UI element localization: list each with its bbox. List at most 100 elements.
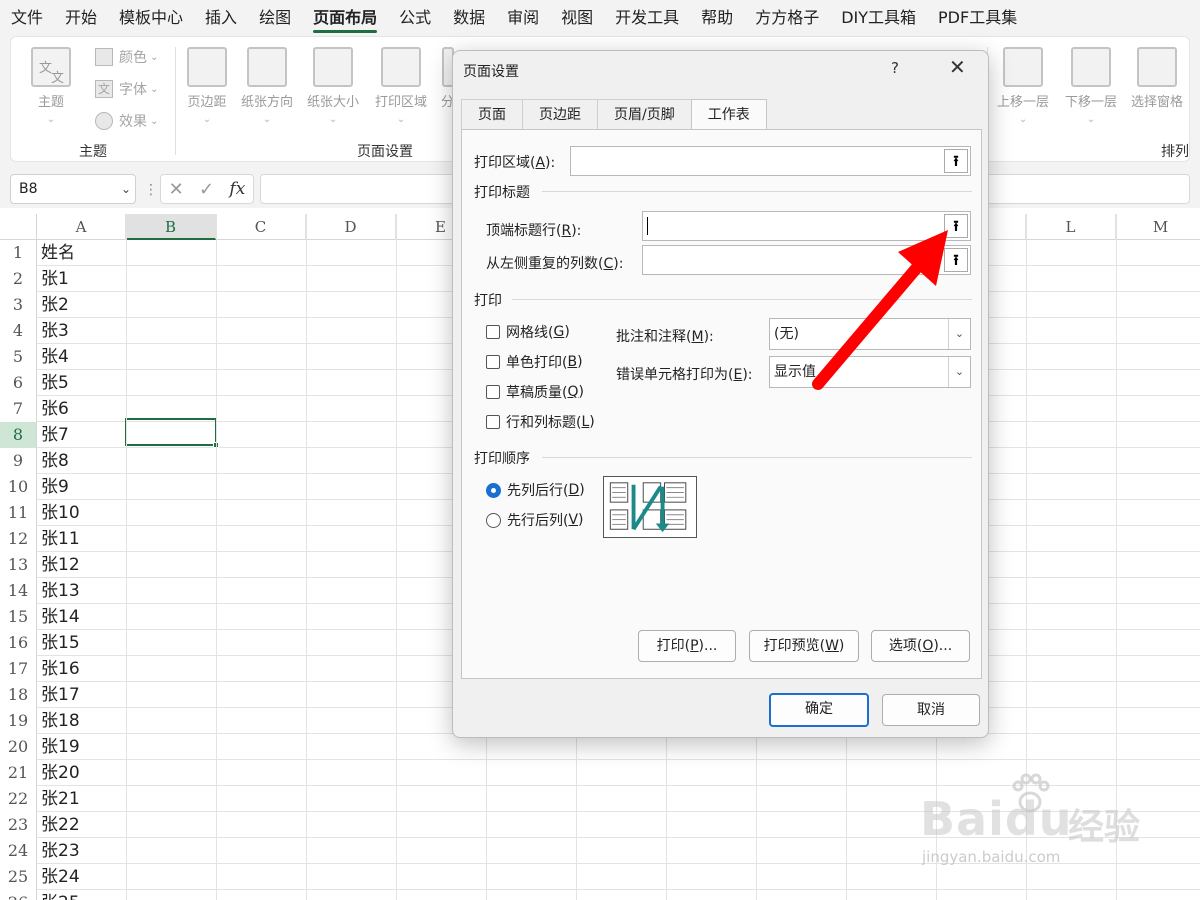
row-header[interactable]: 24 xyxy=(0,838,37,864)
row-header[interactable]: 23 xyxy=(0,812,37,838)
bring-forward-button[interactable]: 上移一层 ⌄ xyxy=(997,47,1049,125)
insert-function-button[interactable]: fx xyxy=(229,179,245,199)
row-header[interactable]: 26 xyxy=(0,890,37,900)
name-box[interactable]: B8 ⌄ xyxy=(10,174,136,204)
cell-a[interactable]: 张1 xyxy=(41,266,69,292)
menu-item[interactable]: 方方格子 xyxy=(744,0,830,36)
column-header[interactable]: B xyxy=(126,214,216,240)
print-preview-button[interactable]: 打印预览(W) xyxy=(749,630,859,662)
row-header[interactable]: 2 xyxy=(0,266,37,292)
chevron-down-icon[interactable]: ⌄ xyxy=(948,357,970,387)
cell-a[interactable]: 张17 xyxy=(41,682,80,708)
cell-a[interactable]: 张19 xyxy=(41,734,80,760)
options-button[interactable]: 选项(O)... xyxy=(871,630,970,662)
row-header[interactable]: 21 xyxy=(0,760,37,786)
cell-a[interactable]: 张18 xyxy=(41,708,80,734)
black-white-checkbox[interactable]: 单色打印(B) xyxy=(486,352,583,372)
enter-icon[interactable]: ✓ xyxy=(199,179,214,200)
cell-a[interactable]: 张25 xyxy=(41,890,80,900)
dialog-tab[interactable]: 页边距 xyxy=(522,99,598,129)
row-header[interactable]: 17 xyxy=(0,656,37,682)
cell-errors-select[interactable]: 显示值 ⌄ xyxy=(769,356,971,388)
column-header[interactable]: M xyxy=(1116,214,1200,240)
margins-button[interactable]: 页边距 ⌄ xyxy=(187,47,227,125)
column-header[interactable]: L xyxy=(1026,214,1116,240)
row-header[interactable]: 7 xyxy=(0,396,37,422)
chevron-down-icon[interactable]: ⌄ xyxy=(948,319,970,349)
cell-a[interactable]: 张10 xyxy=(41,500,80,526)
help-icon[interactable]: ? xyxy=(891,59,899,77)
print-button[interactable]: 打印(P)... xyxy=(638,630,736,662)
menu-item[interactable]: 帮助 xyxy=(690,0,744,36)
cell-a[interactable]: 张12 xyxy=(41,552,80,578)
cell-a[interactable]: 张11 xyxy=(41,526,80,552)
collapse-dialog-icon[interactable]: ⭱ xyxy=(944,149,968,173)
menu-item[interactable]: 页面布局 xyxy=(302,0,388,36)
row-header[interactable]: 3 xyxy=(0,292,37,318)
row-header[interactable]: 9 xyxy=(0,448,37,474)
menu-item[interactable]: PDF工具集 xyxy=(927,0,1028,36)
cell-a[interactable]: 张4 xyxy=(41,344,69,370)
print-area-button[interactable]: 打印区域 ⌄ xyxy=(375,47,427,125)
menu-item[interactable]: 插入 xyxy=(194,0,248,36)
row-header[interactable]: 20 xyxy=(0,734,37,760)
row-header[interactable]: 25 xyxy=(0,864,37,890)
menu-item[interactable]: 文件 xyxy=(0,0,54,36)
menu-item[interactable]: 绘图 xyxy=(248,0,302,36)
drag-handle-icon[interactable]: ⋮ xyxy=(144,182,158,198)
size-button[interactable]: 纸张大小 ⌄ xyxy=(307,47,359,125)
row-column-headings-checkbox[interactable]: 行和列标题(L) xyxy=(486,412,595,432)
row-header[interactable]: 5 xyxy=(0,344,37,370)
dialog-tab[interactable]: 工作表 xyxy=(690,99,767,130)
row-header[interactable]: 6 xyxy=(0,370,37,396)
row-header[interactable]: 18 xyxy=(0,682,37,708)
cell-a[interactable]: 张8 xyxy=(41,448,69,474)
cell-a[interactable]: 张23 xyxy=(41,838,80,864)
gridlines-checkbox[interactable]: 网格线(G) xyxy=(486,322,570,342)
themes-button[interactable]: 文 文 主题 ⌄ xyxy=(31,47,71,125)
over-then-down-radio[interactable]: 先行后列(V) xyxy=(486,510,584,530)
cell-a[interactable]: 张2 xyxy=(41,292,69,318)
draft-quality-checkbox[interactable]: 草稿质量(Q) xyxy=(486,382,584,402)
row-header[interactable]: 15 xyxy=(0,604,37,630)
cell-a[interactable]: 张22 xyxy=(41,812,80,838)
cell-a[interactable]: 张20 xyxy=(41,760,80,786)
menu-item[interactable]: 数据 xyxy=(442,0,496,36)
down-then-over-radio[interactable]: 先列后行(D) xyxy=(486,480,585,500)
fonts-button[interactable]: 文 字体 ⌄ xyxy=(95,79,158,99)
active-cell[interactable] xyxy=(125,418,219,448)
cell-a[interactable]: 张24 xyxy=(41,864,80,890)
chevron-down-icon[interactable]: ⌄ xyxy=(121,175,131,203)
row-header[interactable]: 12 xyxy=(0,526,37,552)
collapse-dialog-icon[interactable]: ⭱ xyxy=(944,214,968,238)
comments-select[interactable]: (无) ⌄ xyxy=(769,318,971,350)
rows-to-repeat-input[interactable]: ⭱ xyxy=(642,211,971,241)
print-area-input[interactable]: ⭱ xyxy=(570,146,971,176)
dialog-tab[interactable]: 页眉/页脚 xyxy=(597,99,692,129)
cell-a[interactable]: 张13 xyxy=(41,578,80,604)
column-header[interactable]: D xyxy=(306,214,396,240)
menu-item[interactable]: 开发工具 xyxy=(604,0,690,36)
row-header[interactable]: 13 xyxy=(0,552,37,578)
cell-a[interactable]: 张7 xyxy=(41,422,69,448)
colors-button[interactable]: 颜色 ⌄ xyxy=(95,47,158,67)
column-header[interactable]: A xyxy=(37,214,126,240)
cell-a[interactable]: 张5 xyxy=(41,370,69,396)
cell-a[interactable]: 张14 xyxy=(41,604,80,630)
cell-a[interactable]: 张6 xyxy=(41,396,69,422)
send-backward-button[interactable]: 下移一层 ⌄ xyxy=(1065,47,1117,125)
columns-to-repeat-input[interactable]: ⭱ xyxy=(642,245,971,275)
effects-button[interactable]: 效果 ⌄ xyxy=(95,111,158,131)
cell-a[interactable]: 张16 xyxy=(41,656,80,682)
row-header[interactable]: 16 xyxy=(0,630,37,656)
menu-item[interactable]: 模板中心 xyxy=(108,0,194,36)
row-header[interactable]: 22 xyxy=(0,786,37,812)
menu-item[interactable]: DIY工具箱 xyxy=(830,0,927,36)
row-header[interactable]: 8 xyxy=(0,422,37,448)
dialog-tab[interactable]: 页面 xyxy=(461,99,523,129)
row-header[interactable]: 19 xyxy=(0,708,37,734)
row-header[interactable]: 10 xyxy=(0,474,37,500)
cell-a[interactable]: 张9 xyxy=(41,474,69,500)
cell-a[interactable]: 张15 xyxy=(41,630,80,656)
column-header[interactable]: C xyxy=(216,214,306,240)
